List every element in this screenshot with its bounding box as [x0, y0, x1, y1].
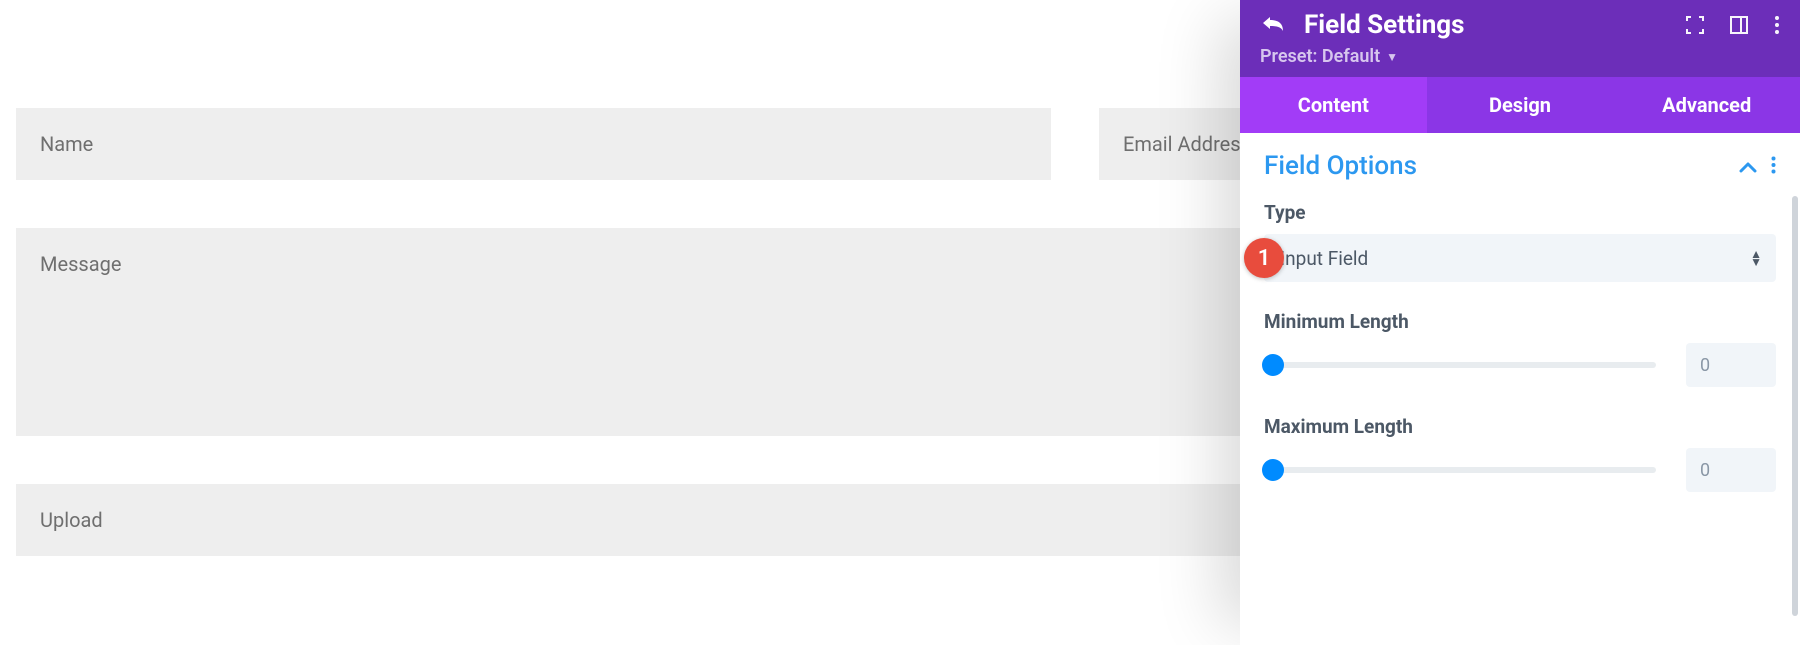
tab-content[interactable]: Content: [1240, 77, 1427, 133]
type-select-wrap: 1 Input Field ▲▼: [1264, 234, 1776, 282]
section-more-icon[interactable]: [1771, 151, 1776, 181]
min-length-slider[interactable]: [1264, 362, 1656, 368]
type-label: Type: [1264, 201, 1776, 224]
annotation-badge-1: 1: [1244, 238, 1284, 278]
annotation-badge-number: 1: [1258, 246, 1271, 271]
panel-tabs: Content Design Advanced: [1240, 77, 1800, 133]
max-length-label: Maximum Length: [1264, 415, 1776, 438]
panel-scrollbar[interactable]: [1792, 196, 1798, 616]
more-icon[interactable]: [1774, 15, 1780, 35]
min-length-value: 0: [1700, 355, 1710, 376]
min-length-row: 0: [1264, 343, 1776, 387]
name-field[interactable]: Name: [16, 108, 1051, 180]
layout-icon[interactable]: [1730, 16, 1748, 34]
panel-title: Field Settings: [1304, 10, 1668, 40]
max-length-value: 0: [1700, 460, 1710, 481]
email-field-placeholder: Email Address: [1123, 132, 1251, 156]
settings-panel: Field Settings Preset: Default ▼: [1240, 0, 1800, 645]
tab-advanced[interactable]: Advanced: [1613, 77, 1800, 133]
undo-icon[interactable]: [1260, 14, 1286, 36]
chevron-down-icon: ▼: [1386, 50, 1398, 64]
section-field-options[interactable]: Field Options: [1264, 151, 1776, 181]
tab-advanced-label: Advanced: [1662, 93, 1751, 117]
section-title: Field Options: [1264, 151, 1417, 181]
tab-design[interactable]: Design: [1427, 77, 1614, 133]
name-field-placeholder: Name: [40, 132, 93, 156]
min-length-label: Minimum Length: [1264, 310, 1776, 333]
panel-header: Field Settings Preset: Default ▼: [1240, 0, 1800, 77]
app-root: Name Email Address Message Upload Field …: [0, 0, 1800, 645]
tab-design-label: Design: [1489, 93, 1551, 117]
expand-icon[interactable]: [1686, 16, 1704, 34]
sort-icon: ▲▼: [1750, 250, 1762, 266]
max-length-slider-thumb[interactable]: [1262, 459, 1284, 481]
panel-body: Field Options Type 1 Input Field: [1240, 133, 1800, 645]
max-length-input[interactable]: 0: [1686, 448, 1776, 492]
preset-selector[interactable]: Preset: Default ▼: [1260, 46, 1780, 67]
type-select-value: Input Field: [1280, 247, 1368, 270]
type-select[interactable]: Input Field: [1264, 234, 1776, 282]
max-length-row: 0: [1264, 448, 1776, 492]
min-length-slider-thumb[interactable]: [1262, 354, 1284, 376]
preset-label: Preset: Default: [1260, 46, 1380, 67]
max-length-slider[interactable]: [1264, 467, 1656, 473]
message-field-placeholder: Message: [40, 252, 121, 276]
min-length-input[interactable]: 0: [1686, 343, 1776, 387]
chevron-up-icon: [1739, 151, 1757, 181]
upload-field-placeholder: Upload: [40, 508, 103, 532]
tab-content-label: Content: [1298, 93, 1369, 117]
